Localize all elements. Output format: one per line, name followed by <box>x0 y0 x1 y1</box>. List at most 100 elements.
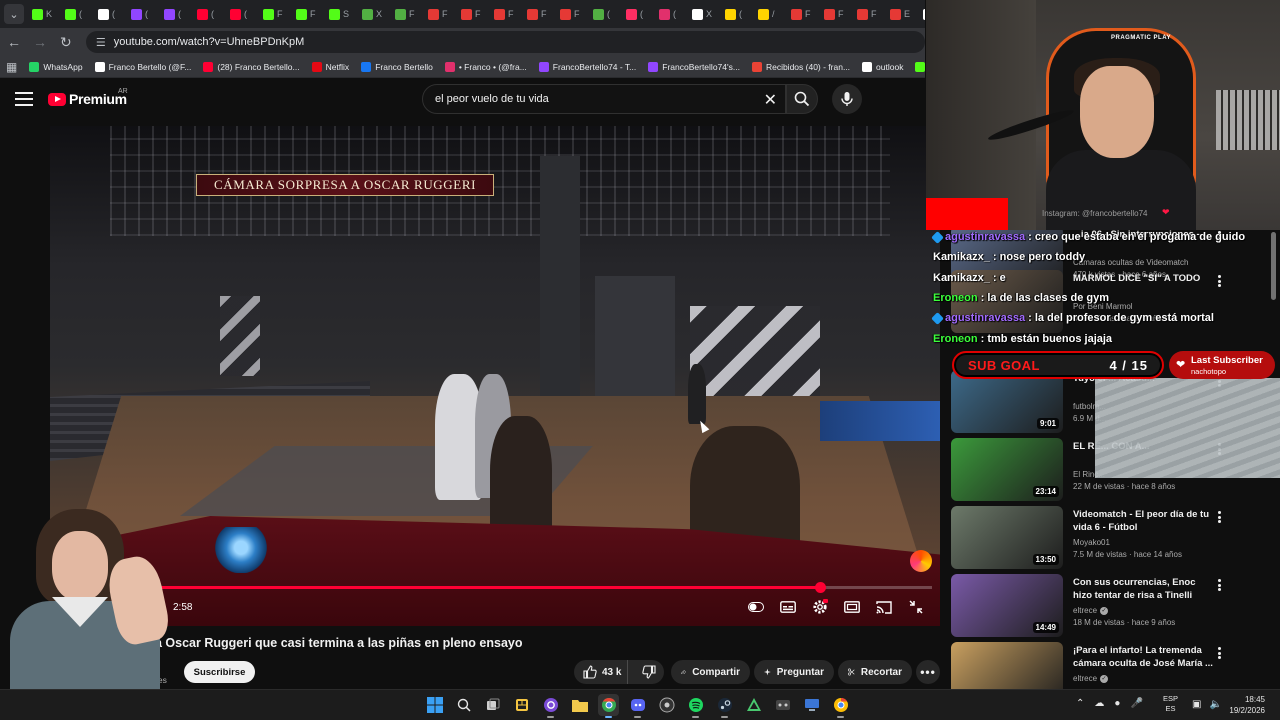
language-indicator[interactable]: ESP ES <box>1163 694 1178 714</box>
browser-tab[interactable]: F <box>851 3 884 25</box>
sidebar-scrollbar[interactable] <box>1271 232 1276 300</box>
browser-tab[interactable]: F <box>422 3 455 25</box>
bookmark-item[interactable]: FrancoBertello74 - T... <box>538 61 636 72</box>
browser-tab[interactable]: F <box>455 3 488 25</box>
browser-tab[interactable]: F <box>290 3 323 25</box>
subtitles-icon[interactable] <box>780 599 796 615</box>
start-windows-icon[interactable] <box>424 694 445 716</box>
browser-tab[interactable]: F <box>257 3 290 25</box>
taskbar-search-icon[interactable] <box>453 694 474 716</box>
channel-name[interactable]: eltrece ✓ <box>1073 606 1109 615</box>
browser-tab[interactable]: K <box>26 3 59 25</box>
browser-tab[interactable]: ( <box>587 3 620 25</box>
progress-bar[interactable] <box>60 582 932 593</box>
browser-tab[interactable]: F <box>521 3 554 25</box>
url-text[interactable]: youtube.com/watch?v=UhneBPDnKpM <box>114 36 304 48</box>
more-vertical-icon[interactable] <box>1213 646 1225 660</box>
browser-tab[interactable]: F <box>389 3 422 25</box>
browser-tab[interactable]: ( <box>224 3 257 25</box>
tray-chevron-icon[interactable]: ⌃ <box>1076 698 1084 709</box>
chrome-profile-icon[interactable] <box>830 694 851 718</box>
bookmark-item[interactable]: • Franco • (@fra... <box>444 61 527 72</box>
browser-tab[interactable]: ( <box>92 3 125 25</box>
browser-tab[interactable]: F <box>488 3 521 25</box>
clear-search-icon[interactable]: ✕ <box>764 90 777 110</box>
tray-cloud-icon[interactable]: ☁ <box>1094 698 1104 709</box>
recommended-title[interactable]: Videomatch - El peor día de tu vida 6 - … <box>1073 508 1213 534</box>
browser-tab[interactable]: F <box>818 3 851 25</box>
autoplay-toggle-icon[interactable] <box>748 599 764 615</box>
browser-tab[interactable]: X <box>356 3 389 25</box>
browser-tab[interactable]: E <box>884 3 917 25</box>
clip-button[interactable]: Recortar <box>838 660 912 684</box>
video-thumbnail[interactable]: 13:50 <box>951 506 1063 569</box>
remote-desktop-icon[interactable] <box>801 694 822 716</box>
bookmark-item[interactable]: Franco Bertello <box>361 61 433 72</box>
menu-icon[interactable] <box>15 92 33 106</box>
back-arrow-icon[interactable]: ← <box>2 30 26 54</box>
recommended-video[interactable]: 14:49 Con sus ocurrencias, Enoc hizo tent… <box>951 574 1271 638</box>
more-vertical-icon[interactable] <box>1213 578 1225 592</box>
bookmark-item[interactable]: Franco Bertello (@F... <box>94 61 191 72</box>
cast-icon[interactable] <box>876 599 892 615</box>
tray-status-icons[interactable]: ▣ 🔈 <box>1192 699 1222 710</box>
obs-icon[interactable] <box>540 694 561 718</box>
task-view-icon[interactable] <box>482 694 503 716</box>
bookmark-item[interactable]: Netflix <box>311 61 349 72</box>
video-player[interactable]: CÁMARA SORPRESA A OSCAR RUGGERI 2:58 <box>50 126 940 626</box>
xbox-app-icon[interactable] <box>772 694 793 716</box>
more-actions-button[interactable]: ••• <box>916 660 940 684</box>
ask-button[interactable]: Preguntar <box>754 660 834 684</box>
channel-name[interactable]: eltrece ✓ <box>1073 674 1109 683</box>
tray-app-icon[interactable]: ● <box>1114 698 1120 709</box>
browser-tab[interactable]: X <box>917 3 925 25</box>
browser-tab[interactable]: ( <box>719 3 752 25</box>
address-bar[interactable]: ☰ youtube.com/watch?v=UhneBPDnKpM <box>85 31 925 53</box>
theater-mode-icon[interactable] <box>844 599 860 615</box>
settings-gear-icon[interactable] <box>812 599 828 615</box>
browser-tab[interactable]: ( <box>125 3 158 25</box>
bookmark-item[interactable]: Aler <box>915 61 925 72</box>
recommended-title[interactable]: ¡Para el infarto! La tremenda cámara ocu… <box>1073 644 1213 670</box>
spotify-icon[interactable] <box>685 694 706 718</box>
recommended-title[interactable]: Con sus ocurrencias, Enoc hizo tentar de… <box>1073 576 1213 602</box>
share-button[interactable]: Compartir <box>671 660 750 684</box>
chrome-icon[interactable] <box>598 694 619 718</box>
file-explorer-icon[interactable] <box>569 694 590 716</box>
search-query[interactable]: el peor vuelo de tu vida <box>435 93 549 105</box>
dislike-button[interactable] <box>634 660 664 684</box>
search-button[interactable] <box>786 84 818 114</box>
more-vertical-icon[interactable] <box>1213 510 1225 524</box>
tray-microphone-icon[interactable]: 🎤 <box>1130 698 1142 709</box>
game-launcher-icon[interactable] <box>743 694 764 716</box>
browser-tab[interactable]: ( <box>191 3 224 25</box>
video-thumbnail[interactable]: 23:14 <box>951 438 1063 501</box>
bookmark-item[interactable]: Recibidos (40) - fran... <box>751 61 850 72</box>
browser-tab[interactable]: F <box>554 3 587 25</box>
video-thumbnail[interactable]: 9:01 <box>951 370 1063 433</box>
reload-icon[interactable]: ↻ <box>54 30 78 54</box>
tab-search-icon[interactable]: ⌄ <box>4 4 24 24</box>
discord-icon[interactable] <box>627 694 648 718</box>
recommended-video[interactable]: 13:50 Videomatch - El peor día de tu vida… <box>951 506 1271 570</box>
subscribe-button[interactable]: Suscribirse <box>184 661 255 683</box>
search-input[interactable]: el peor vuelo de tu vida ✕ <box>422 84 786 114</box>
site-info-icon[interactable]: ☰ <box>96 36 106 49</box>
browser-tab[interactable]: ( <box>59 3 92 25</box>
voice-search-button[interactable] <box>832 84 862 114</box>
taskbar-clock[interactable]: 18:45 19/2/2026 <box>1225 694 1265 716</box>
forward-arrow-icon[interactable]: → <box>28 30 52 54</box>
browser-tab[interactable]: ( <box>158 3 191 25</box>
browser-tab[interactable]: F <box>785 3 818 25</box>
browser-tab[interactable]: / <box>752 3 785 25</box>
fullscreen-exit-icon[interactable] <box>908 599 924 615</box>
browser-tab[interactable]: X <box>686 3 719 25</box>
widgets-icon[interactable] <box>511 694 532 716</box>
steam-helper-icon[interactable] <box>656 694 677 716</box>
bookmark-item[interactable]: WhatsApp <box>29 61 83 72</box>
browser-tab[interactable]: S <box>323 3 356 25</box>
youtube-premium-logo[interactable]: Premium AR <box>48 88 128 107</box>
like-button[interactable]: 43 k <box>574 660 629 684</box>
steam-icon[interactable] <box>714 694 735 718</box>
bookmark-item[interactable]: (28) Franco Bertello... <box>203 61 300 72</box>
